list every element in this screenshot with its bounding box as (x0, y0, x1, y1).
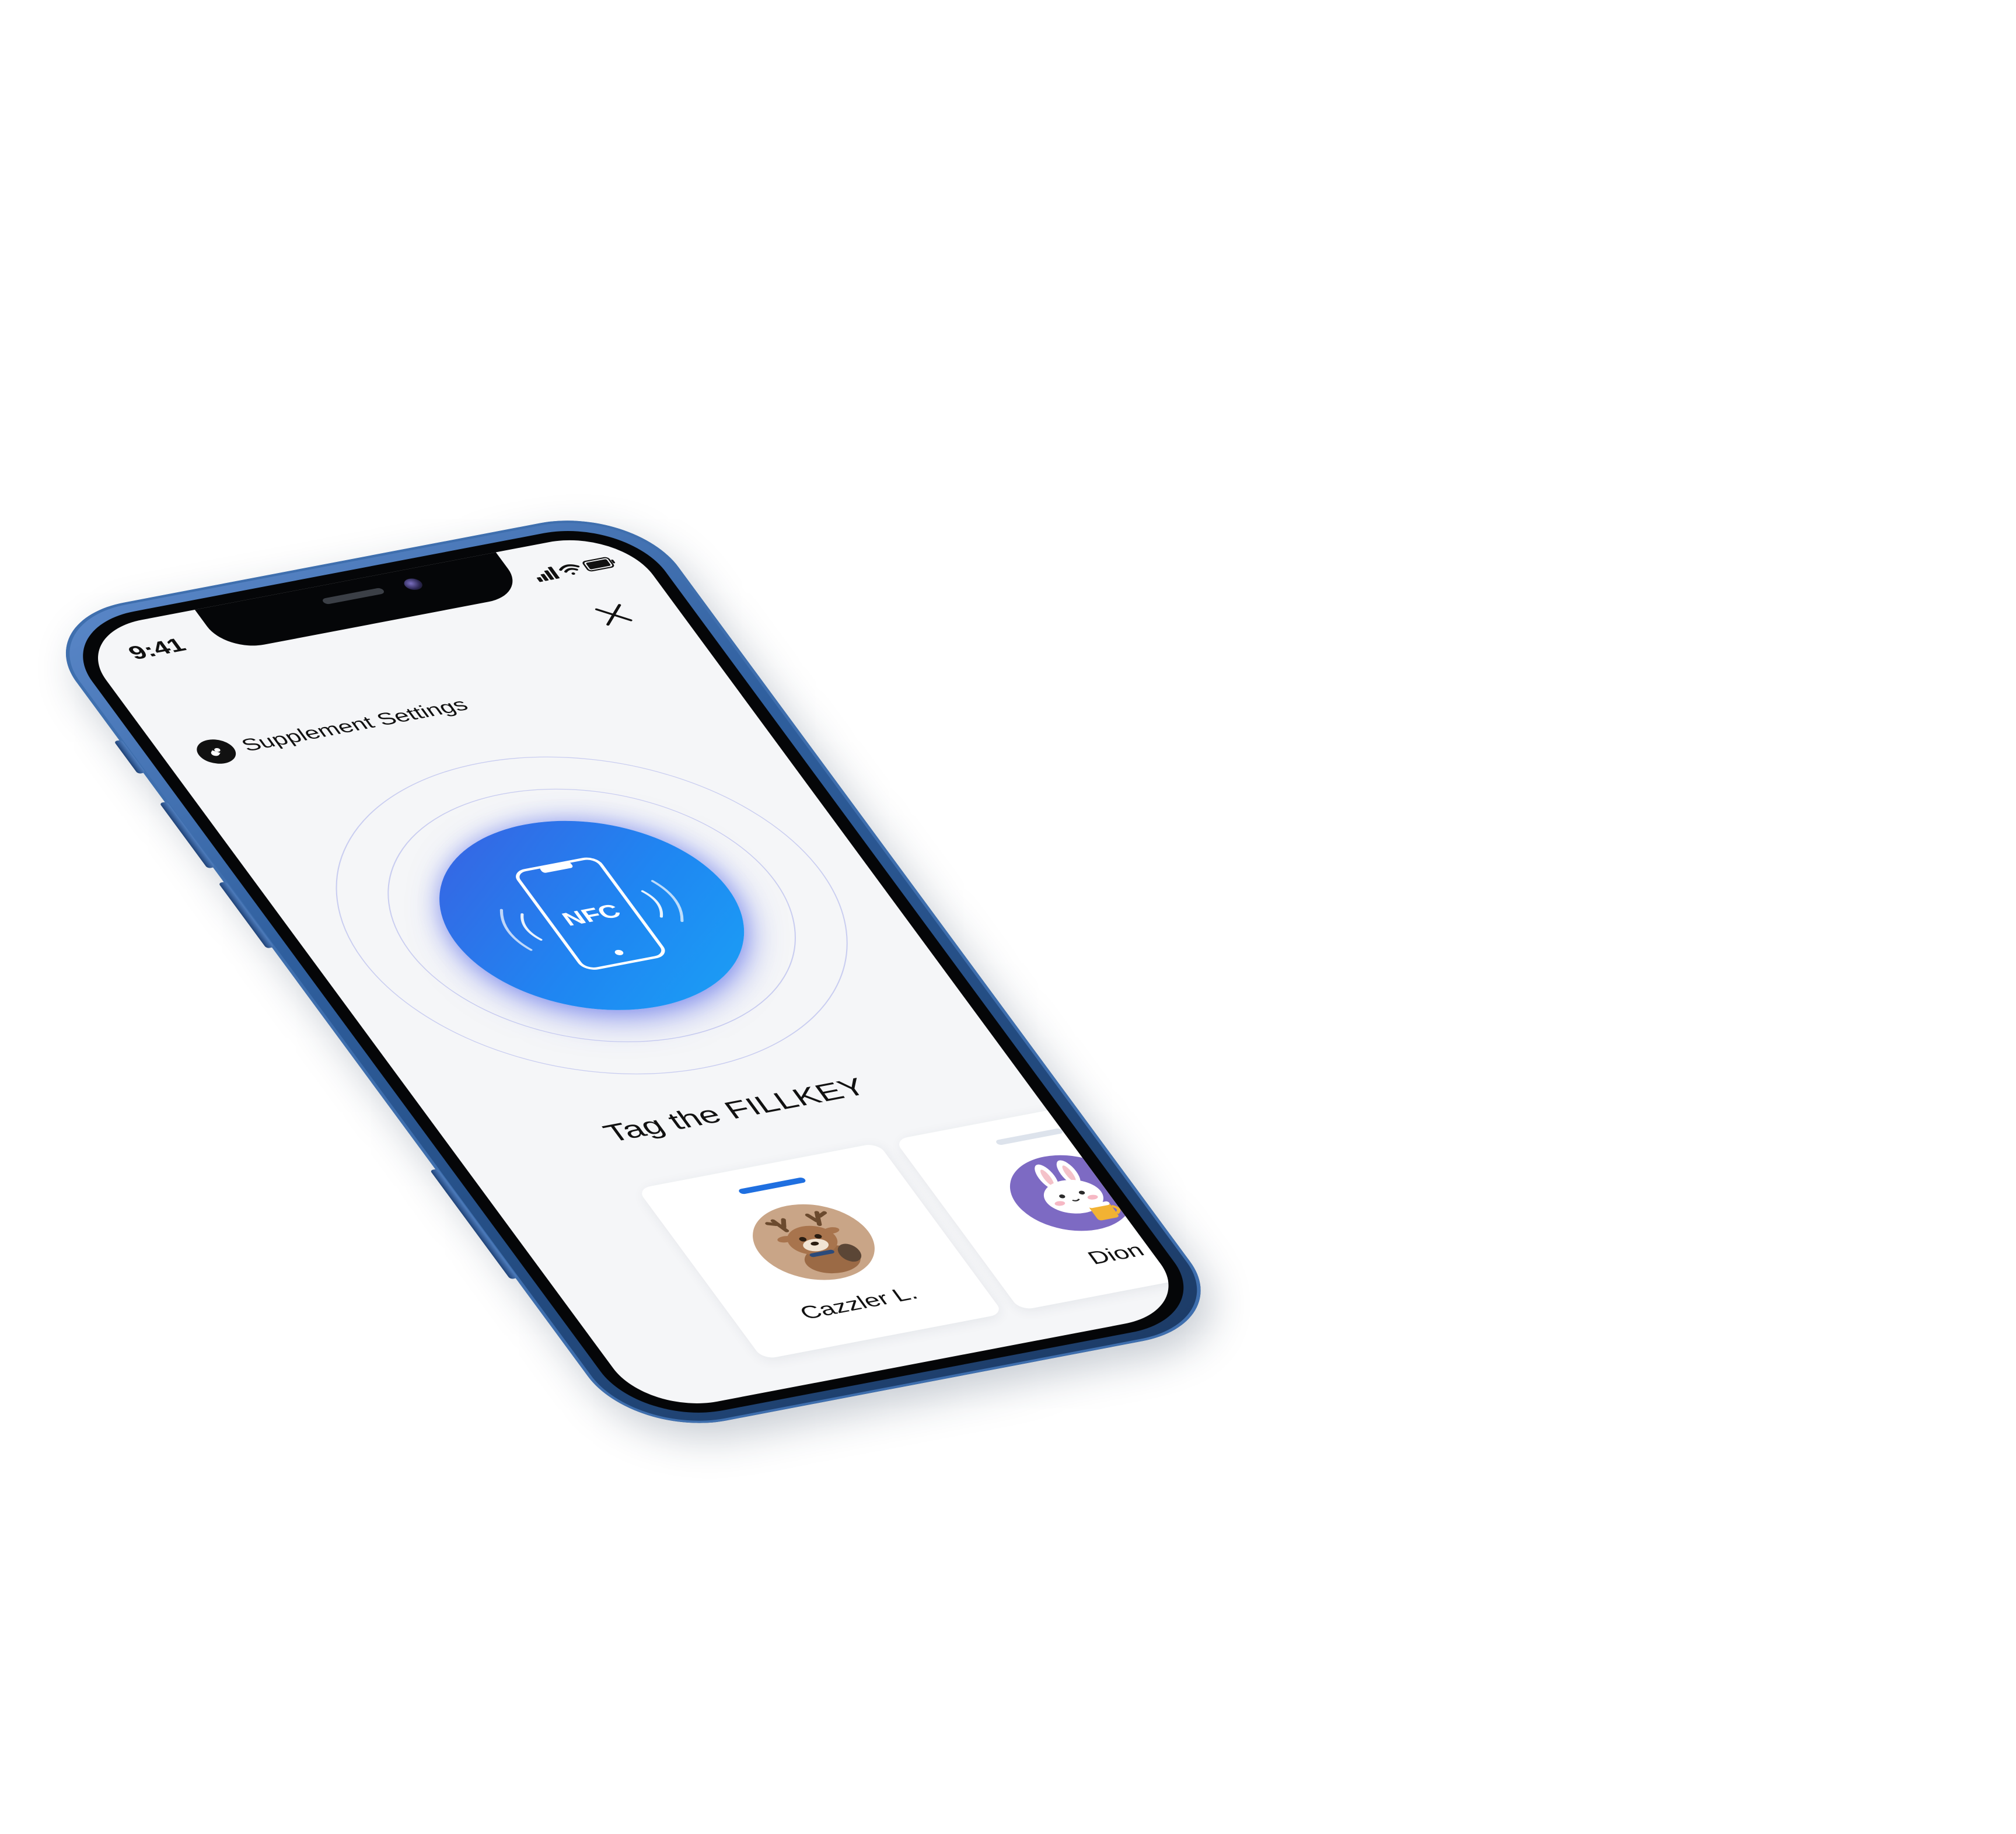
status-icons (536, 557, 616, 582)
cellular-signal-icon (536, 567, 560, 582)
canvas: 9:41 Supplement Settings NFC Tag the FIL… (0, 0, 2016, 1834)
phone-screen: 9:41 Supplement Settings NFC Tag the FIL… (71, 529, 1195, 1415)
phone-mockup: 9:41 Supplement Settings NFC Tag the FIL… (31, 505, 1236, 1438)
close-icon[interactable] (585, 599, 642, 631)
page-header: Supplement Settings (190, 692, 474, 767)
page-title: Supplement Settings (237, 694, 473, 756)
front-camera (401, 577, 426, 592)
capsule-icon (190, 736, 243, 767)
status-time: 9:41 (123, 634, 191, 664)
selected-indicator (737, 1177, 807, 1195)
speaker-grille (321, 587, 386, 605)
deer-avatar-icon (732, 1195, 896, 1289)
unselected-indicator (994, 1127, 1064, 1146)
wifi-icon (559, 564, 580, 575)
battery-icon (582, 557, 616, 572)
profile-name: Cazzler L. (795, 1283, 923, 1323)
